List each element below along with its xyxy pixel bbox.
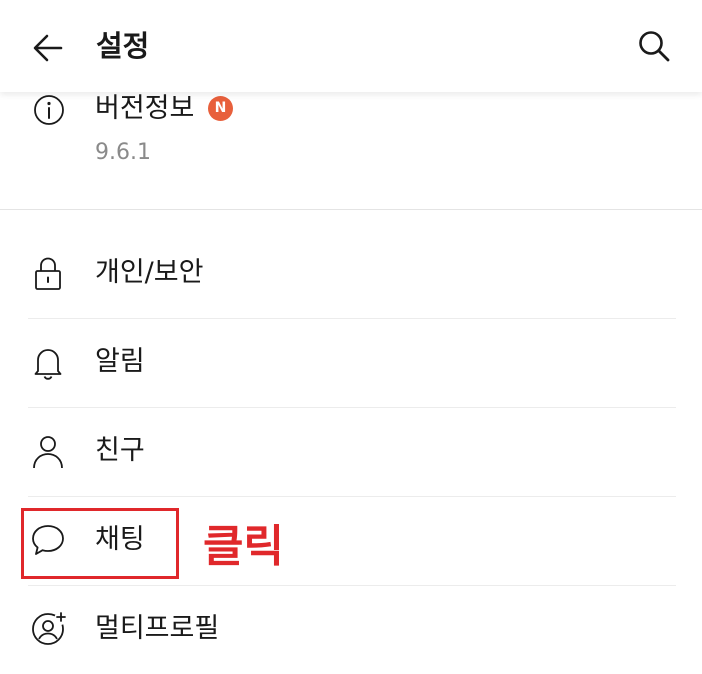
menu-item-label: 개인/보안: [95, 257, 204, 288]
search-button[interactable]: [634, 26, 674, 66]
menu-item-label: 친구: [95, 435, 145, 466]
back-arrow-icon: [33, 34, 63, 62]
new-badge: N: [208, 96, 233, 121]
menu-item-privacy-security[interactable]: 개인/보안: [0, 229, 702, 318]
person-icon: [33, 436, 63, 469]
lock-icon: [35, 257, 61, 290]
menu-item-label: 멀티프로필: [95, 613, 220, 644]
menu-item-label: 알림: [95, 346, 145, 377]
menu-item-friends[interactable]: 친구: [0, 407, 702, 496]
back-button[interactable]: [28, 28, 68, 68]
search-icon: [639, 31, 670, 62]
version-number: 9.6.1: [95, 140, 151, 165]
top-app-bar: 설정: [0, 0, 702, 92]
version-label: 버전정보: [95, 93, 195, 124]
multi-profile-icon: [32, 612, 66, 645]
bell-icon: [34, 349, 62, 380]
version-info-row[interactable]: 버전정보 N 9.6.1: [0, 92, 702, 210]
menu-item-notifications[interactable]: 알림: [0, 318, 702, 407]
section-divider: [0, 209, 702, 210]
highlight-box: [21, 508, 179, 579]
menu-item-multi-profile[interactable]: 멀티프로필: [0, 585, 702, 674]
page-title: 설정: [96, 29, 150, 63]
info-icon: [34, 95, 64, 125]
click-annotation: 클릭: [203, 521, 284, 572]
